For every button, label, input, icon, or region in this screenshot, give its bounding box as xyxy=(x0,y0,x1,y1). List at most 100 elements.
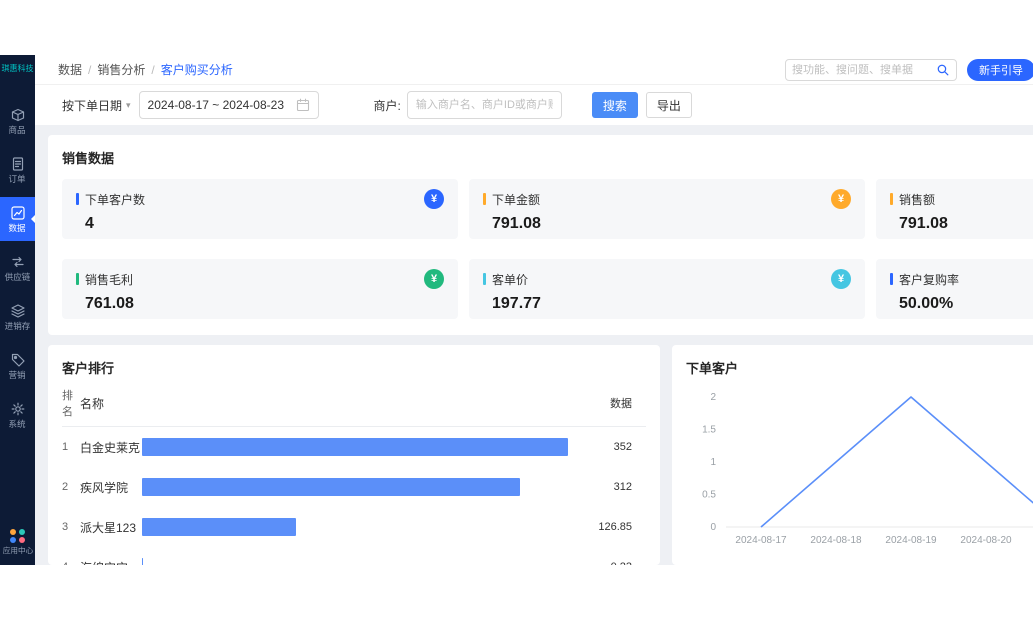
rank-value: 312 xyxy=(574,481,646,493)
sidebar-item-supply-chain[interactable]: 供应链 xyxy=(0,246,35,290)
stat-label: 客单价 xyxy=(492,271,831,288)
svg-text:2024-08-18: 2024-08-18 xyxy=(810,535,862,546)
sidebar-item-label: 供应链 xyxy=(5,273,31,282)
rank-number: 2 xyxy=(62,481,80,493)
ranking-row: 4海绵宝宝 0.23 xyxy=(62,547,646,565)
name-column-header: 名称 xyxy=(80,395,142,412)
customer-name: 疾风学院 xyxy=(80,479,142,496)
sidebar-item-label: 营销 xyxy=(9,371,26,380)
sidebar-item-marketing[interactable]: 营销 xyxy=(0,344,35,388)
yuan-circle-icon: ¥ xyxy=(424,269,444,289)
svg-text:2024-08-19: 2024-08-19 xyxy=(885,535,937,546)
sidebar-item-app-center[interactable]: 应用中心 xyxy=(0,529,35,555)
export-button[interactable]: 导出 xyxy=(646,92,692,118)
supply-chain-icon xyxy=(10,254,26,270)
sidebar-item-label: 系统 xyxy=(9,420,26,429)
search-icon[interactable] xyxy=(936,63,950,77)
rank-number: 4 xyxy=(62,561,80,565)
sidebar-item-product[interactable]: 商品 xyxy=(0,99,35,143)
rank-value: 0.23 xyxy=(574,561,646,565)
order-file-icon xyxy=(10,156,26,172)
sidebar-item-system[interactable]: 系统 xyxy=(0,393,35,437)
breadcrumb-separator: / xyxy=(151,63,154,77)
yuan-circle-icon: ¥ xyxy=(831,269,851,289)
rank-bar-track xyxy=(142,518,574,536)
sidebar-item-data[interactable]: 数据 xyxy=(0,197,35,241)
merchant-input[interactable] xyxy=(407,91,562,119)
stat-accent xyxy=(76,193,79,205)
sidebar: 琪惠科技 商品订单数据供应链进销存营销系统 应用中心 xyxy=(0,55,35,565)
stat-grid: 下单客户数¥4下单金额¥791.08销售额¥791.08销售毛利¥761.08客… xyxy=(62,179,1033,319)
merchant-label: 商户: xyxy=(374,97,401,114)
sidebar-item-label: 进销存 xyxy=(5,322,31,331)
rank-bar xyxy=(142,558,143,565)
sidebar-item-order[interactable]: 订单 xyxy=(0,148,35,192)
stat-label: 下单金额 xyxy=(492,191,831,208)
date-type-dropdown[interactable]: 按下单日期 ▾ xyxy=(62,97,131,114)
content-area: 数据/销售分析/客户购买分析 新手引导 按下单日期 ▾ xyxy=(35,55,1033,565)
stat-accent xyxy=(890,273,893,285)
svg-text:2: 2 xyxy=(710,392,716,403)
sidebar-item-label: 订单 xyxy=(9,175,26,184)
customer-name: 白金史莱克 xyxy=(80,439,142,456)
app-window: 琪惠科技 商品订单数据供应链进销存营销系统 应用中心 数据/销售分析/客户购买分… xyxy=(0,55,1033,565)
stat-card-2: 下单金额¥791.08 xyxy=(469,179,865,239)
orders-chart-section: 下单客户 00.511.522024-08-172024-08-182024-0… xyxy=(672,345,1033,565)
stat-card-1: 下单客户数¥4 xyxy=(62,179,458,239)
search-button[interactable]: 搜索 xyxy=(592,92,638,118)
sidebar-item-label: 数据 xyxy=(9,224,26,233)
stat-card-4: 销售毛利¥761.08 xyxy=(62,259,458,319)
svg-text:0: 0 xyxy=(710,522,716,533)
ranking-header: 排名 名称 数据 xyxy=(62,387,646,427)
bottom-row: 客户排行 排名 名称 数据 1白金史莱克3522疾风学院3123派大星12312… xyxy=(48,345,1033,565)
date-range-value: 2024-08-17 ~ 2024-08-23 xyxy=(148,98,296,112)
rank-bar-track xyxy=(142,558,574,565)
sidebar-menu: 商品订单数据供应链进销存营销系统 xyxy=(0,99,35,442)
date-range-input[interactable]: 2024-08-17 ~ 2024-08-23 xyxy=(139,91,319,119)
ranking-row: 3派大星123 126.85 xyxy=(62,507,646,547)
rank-bar-track xyxy=(142,438,574,456)
svg-text:0.5: 0.5 xyxy=(702,490,716,501)
sales-data-section: 销售数据 下单客户数¥4下单金额¥791.08销售额¥791.08销售毛利¥76… xyxy=(48,135,1033,335)
rank-bar xyxy=(142,478,520,496)
rank-value: 126.85 xyxy=(574,521,646,533)
global-search[interactable] xyxy=(785,59,957,81)
global-search-input[interactable] xyxy=(792,64,936,76)
inventory-icon xyxy=(10,303,26,319)
stat-accent xyxy=(483,273,486,285)
breadcrumb-separator: / xyxy=(88,63,91,77)
breadcrumb: 数据/销售分析/客户购买分析 xyxy=(58,61,233,78)
rank-value: 352 xyxy=(574,441,646,453)
stat-card-6: 客户复购率%50.00% xyxy=(876,259,1033,319)
value-column-header: 数据 xyxy=(574,395,646,411)
system-gear-icon xyxy=(10,401,26,417)
stat-label: 客户复购率 xyxy=(899,271,1033,288)
product-box-icon xyxy=(10,107,26,123)
sidebar-item-label: 应用中心 xyxy=(2,547,32,555)
stat-label: 销售毛利 xyxy=(85,271,424,288)
logo: 琪惠科技 xyxy=(0,55,35,82)
rank-bar-track xyxy=(142,478,574,496)
ranking-row: 1白金史莱克352 xyxy=(62,427,646,467)
breadcrumb-item[interactable]: 销售分析 xyxy=(97,61,145,78)
sales-data-title: 销售数据 xyxy=(62,148,1033,167)
stat-label: 下单客户数 xyxy=(85,191,424,208)
customer-name: 派大星123 xyxy=(80,519,142,536)
stat-value: 791.08 xyxy=(492,215,851,233)
orders-chart-title: 下单客户 xyxy=(686,358,1033,377)
guide-button[interactable]: 新手引导 xyxy=(967,59,1033,81)
breadcrumb-item[interactable]: 数据 xyxy=(58,61,82,78)
stat-card-3: 销售额¥791.08 xyxy=(876,179,1033,239)
svg-text:2024-08-20: 2024-08-20 xyxy=(960,535,1012,546)
stat-accent xyxy=(483,193,486,205)
stat-value: 791.08 xyxy=(899,215,1033,233)
sidebar-item-inventory[interactable]: 进销存 xyxy=(0,295,35,339)
stat-accent xyxy=(76,273,79,285)
data-chart-icon xyxy=(10,205,26,221)
svg-text:1: 1 xyxy=(710,457,716,468)
customer-name: 海绵宝宝 xyxy=(80,559,142,566)
rank-column-header: 排名 xyxy=(62,387,80,419)
rank-number: 3 xyxy=(62,521,80,533)
stat-value: 197.77 xyxy=(492,295,851,313)
stat-value: 761.08 xyxy=(85,295,444,313)
